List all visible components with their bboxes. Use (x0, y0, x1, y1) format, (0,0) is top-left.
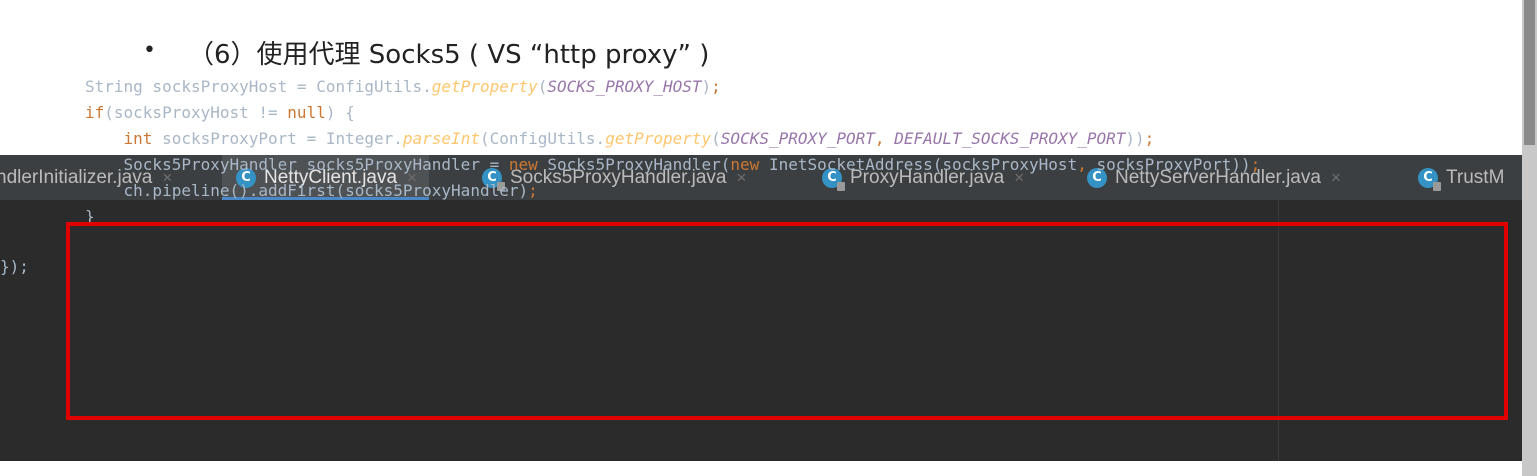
library-class-icon: C (1418, 167, 1441, 191)
tab-trust-manager[interactable]: C TrustM (1418, 155, 1504, 200)
code-edge-fragment: }); (0, 257, 29, 276)
slide-heading: （6）使用代理 Socks5 ( VS “http proxy” ) (188, 40, 710, 70)
bullet-marker: • (143, 38, 156, 63)
highlight-box (66, 222, 1508, 420)
close-icon[interactable]: × (1331, 168, 1341, 188)
code-line-4: Socks5ProxyHandler socks5ProxyHandler = … (85, 155, 1261, 174)
tab-label: TrustM (1446, 166, 1505, 188)
code-line-1: String socksProxyHost = ConfigUtils.getP… (85, 77, 721, 96)
code-line-5: ch.pipeline().addFirst(socks5ProxyHandle… (85, 181, 538, 200)
page-scrollbar[interactable] (1522, 0, 1537, 476)
code-line-3: int socksProxyPort = Integer.parseInt(Co… (123, 129, 1155, 148)
code-block[interactable]: String socksProxyHost = ConfigUtils.getP… (85, 74, 1260, 230)
code-line-2: if(socksProxyHost != null) { (85, 103, 355, 122)
page-scrollbar-thumb[interactable] (1524, 0, 1535, 145)
